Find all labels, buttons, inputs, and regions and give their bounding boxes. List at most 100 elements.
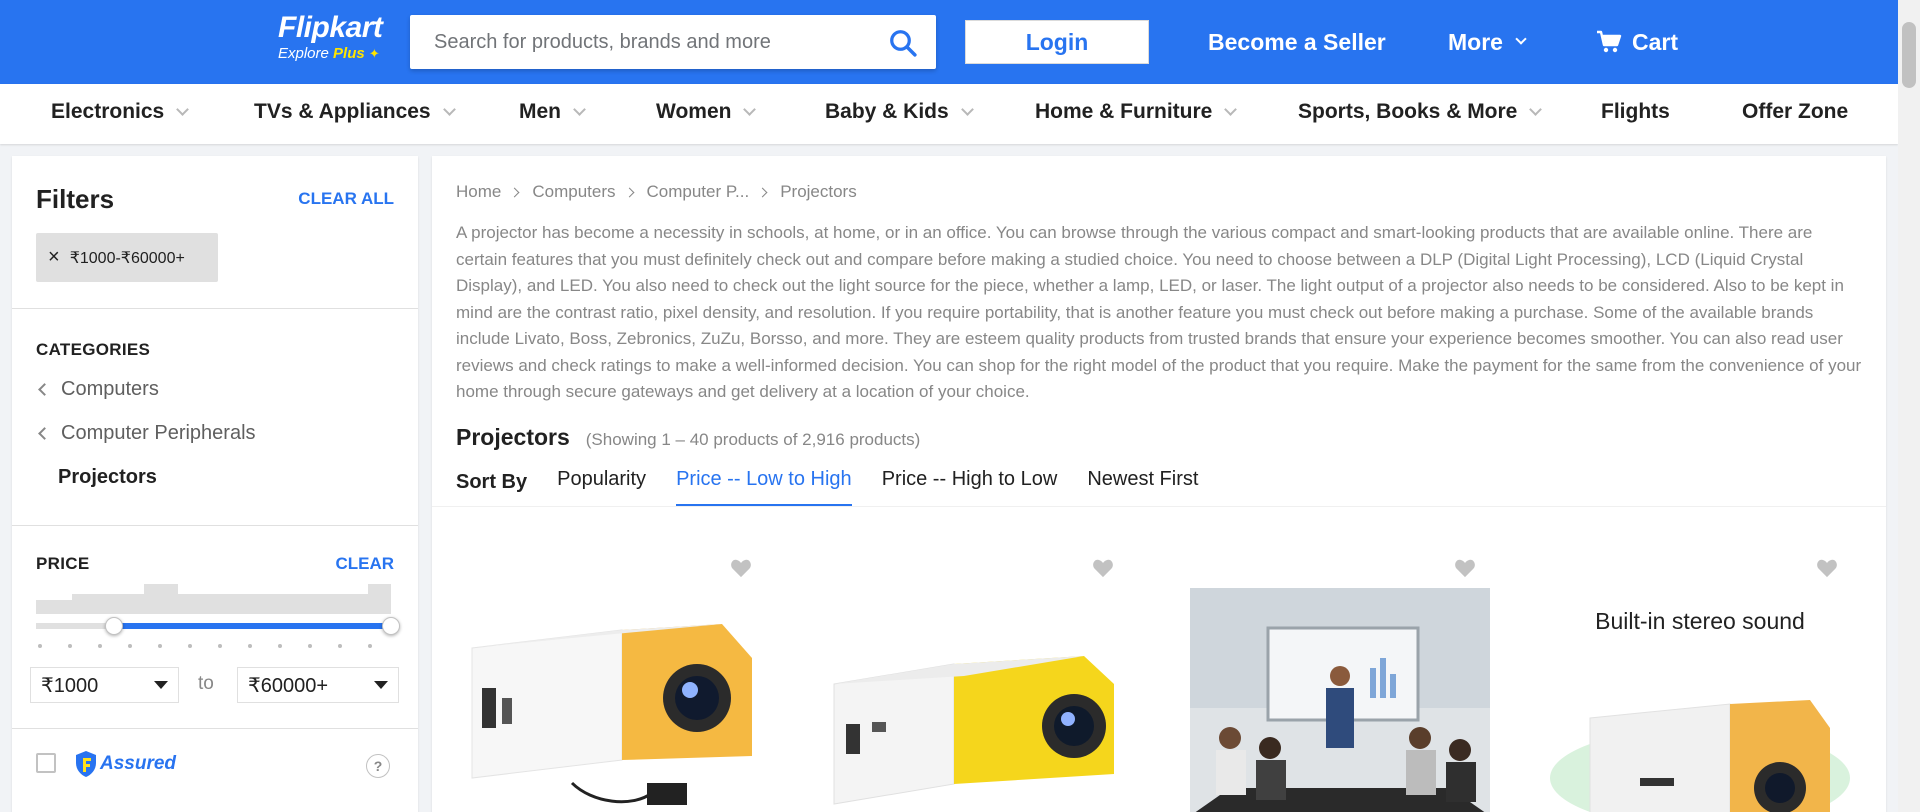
listing-title: Projectors [456, 424, 570, 450]
breadcrumb-home[interactable]: Home [456, 182, 501, 202]
product-banner-text: Built-in stereo sound [1595, 608, 1805, 634]
nav-item-electronics[interactable]: Electronics [51, 100, 190, 124]
nav-item-tvs-appliances[interactable]: TVs & Appliances [254, 100, 456, 124]
nav-item-home-furniture[interactable]: Home & Furniture [1035, 100, 1238, 124]
product-card[interactable] [432, 536, 794, 812]
assured-label: Assured [100, 753, 177, 774]
applied-filter-chip[interactable]: × ₹1000-₹60000+ [36, 233, 218, 282]
flipkart-logo[interactable]: Flipkart Explore Plus ✦ [278, 11, 383, 62]
nav-item-sports-books[interactable]: Sports, Books & More [1298, 100, 1543, 124]
wishlist-heart-icon[interactable] [1816, 558, 1838, 578]
nav-label: Electronics [51, 100, 165, 123]
price-slider-fill [114, 623, 391, 629]
divider [12, 728, 418, 729]
assured-checkbox[interactable] [36, 753, 56, 773]
chevron-down-icon [1529, 102, 1543, 116]
category-link-label: Computer Peripherals [61, 422, 256, 444]
product-card[interactable] [1156, 536, 1518, 812]
chevron-down-icon [743, 102, 757, 116]
more-menu[interactable]: More [1448, 26, 1527, 58]
breadcrumb-projectors[interactable]: Projectors [780, 182, 857, 202]
sort-by-label: Sort By [456, 470, 528, 493]
category-description: A projector has become a necessity in sc… [456, 223, 1862, 401]
nav-item-flights[interactable]: Flights [1601, 100, 1670, 124]
price-slider-max-handle[interactable] [382, 617, 400, 635]
more-label: More [1448, 29, 1503, 55]
breadcrumb-computers[interactable]: Computers [532, 182, 615, 202]
product-listing: Home Computers Computer P... Projectors … [432, 156, 1886, 812]
chevron-down-icon [960, 102, 974, 116]
logo-text: Flipkart [278, 11, 383, 44]
plus-star-icon: ✦ [368, 46, 380, 61]
product-image-stereo-projector[interactable]: Built-in stereo sound [1550, 588, 1850, 812]
search-input[interactable] [410, 15, 850, 69]
sort-bar: Sort By Popularity Price -- Low to High … [456, 458, 1228, 506]
categories-label: CATEGORIES [36, 340, 151, 359]
breadcrumb-computer-peripherals[interactable]: Computer P... [647, 182, 750, 202]
nav-label: Sports, Books & More [1298, 100, 1518, 123]
chip-label: ₹1000-₹60000+ [69, 249, 185, 267]
chevron-down-icon [573, 102, 586, 116]
current-category: Projectors [58, 466, 157, 488]
help-icon[interactable]: ? [366, 754, 390, 778]
close-icon[interactable]: × [48, 246, 60, 269]
sort-price-low-high[interactable]: Price -- Low to High [676, 458, 852, 506]
category-link-label: Computers [61, 378, 159, 400]
clear-all-button[interactable]: CLEAR ALL [298, 189, 394, 209]
chevron-left-icon [38, 427, 51, 440]
divider [12, 308, 418, 309]
product-card[interactable] [794, 536, 1156, 812]
product-image-meeting-room[interactable] [1190, 588, 1490, 812]
category-link-computer-peripherals[interactable]: Computer Peripherals [36, 422, 256, 445]
category-nav: Electronics TVs & Appliances Men Women B… [0, 84, 1898, 144]
category-link-computers[interactable]: Computers [36, 378, 159, 401]
price-slider-track[interactable] [36, 623, 391, 629]
sort-price-high-low[interactable]: Price -- High to Low [882, 458, 1058, 506]
caret-down-icon [374, 681, 388, 689]
price-min-value: ₹1000 [41, 674, 99, 697]
wishlist-heart-icon[interactable] [1092, 558, 1114, 578]
price-label: PRICE [36, 554, 90, 573]
nav-item-baby-kids[interactable]: Baby & Kids [825, 100, 974, 124]
price-max-select[interactable]: ₹60000+ [237, 667, 399, 703]
price-slider-min-handle[interactable] [105, 617, 124, 635]
chevron-down-icon [176, 102, 190, 116]
price-clear-button[interactable]: CLEAR [335, 554, 394, 574]
chevron-right-icon [757, 187, 768, 197]
chevron-down-icon [1515, 33, 1527, 45]
nav-label: Flights [1601, 100, 1670, 123]
price-slider-ticks [38, 644, 390, 648]
search-icon[interactable] [888, 28, 918, 58]
logo-tagline: Explore Plus ✦ [278, 46, 382, 62]
filters-sidebar: Filters CLEAR ALL × ₹1000-₹60000+ CATEGO… [12, 156, 418, 812]
page-scrollbar-thumb[interactable] [1902, 22, 1916, 88]
breadcrumb: Home Computers Computer P... Projectors [456, 182, 857, 202]
wishlist-heart-icon[interactable] [1454, 558, 1476, 578]
nav-label: Home & Furniture [1035, 100, 1213, 123]
cart-link[interactable]: Cart [1596, 26, 1678, 58]
price-histogram [36, 584, 391, 614]
nav-item-offer-zone[interactable]: Offer Zone [1742, 100, 1848, 124]
price-to-label: to [198, 673, 214, 694]
logo-tagline-plus: Plus [333, 45, 365, 62]
page-scrollbar[interactable] [1898, 0, 1920, 812]
product-image-mini-projector[interactable] [824, 604, 1124, 812]
nav-label: Women [656, 100, 732, 123]
nav-item-women[interactable]: Women [656, 100, 757, 124]
become-seller-link[interactable]: Become a Seller [1208, 26, 1386, 58]
product-card[interactable]: Built-in stereo sound [1518, 536, 1880, 812]
nav-item-men[interactable]: Men [519, 100, 586, 124]
wishlist-heart-icon[interactable] [730, 558, 752, 578]
sort-popularity[interactable]: Popularity [557, 458, 646, 506]
nav-label: TVs & Appliances [254, 100, 431, 123]
logo-tagline-explore: Explore [278, 45, 329, 62]
chevron-right-icon [624, 187, 634, 197]
price-min-select[interactable]: ₹1000 [30, 667, 179, 703]
chevron-left-icon [38, 383, 51, 396]
chevron-down-icon [442, 102, 456, 116]
chevron-right-icon [509, 187, 520, 197]
product-image-mini-projector[interactable] [462, 588, 762, 812]
chevron-down-icon [1224, 102, 1238, 116]
sort-newest-first[interactable]: Newest First [1087, 458, 1198, 506]
login-button[interactable]: Login [965, 20, 1149, 64]
